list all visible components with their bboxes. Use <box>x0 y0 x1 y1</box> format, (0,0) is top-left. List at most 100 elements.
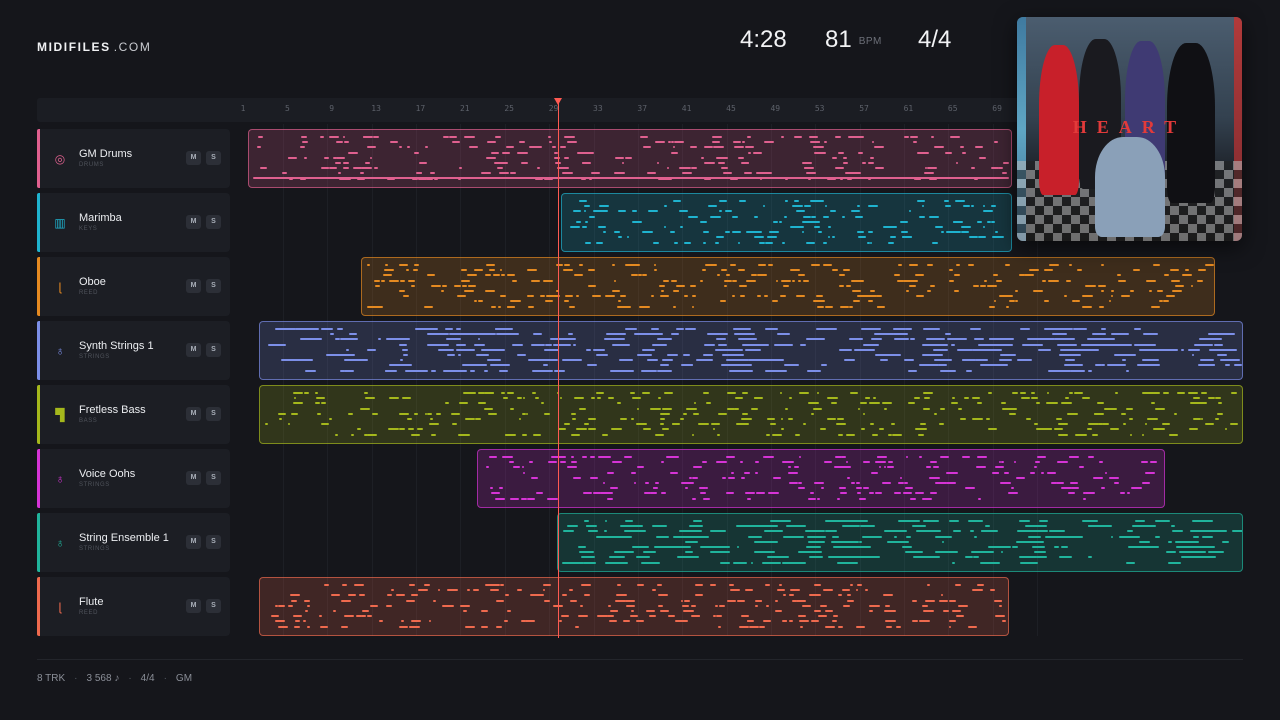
track-lane[interactable] <box>240 577 1243 636</box>
midi-note <box>618 300 622 303</box>
midi-note <box>712 428 716 431</box>
solo-button[interactable]: S <box>206 599 221 613</box>
solo-button[interactable]: S <box>206 471 221 485</box>
midi-note <box>1205 423 1214 426</box>
midi-note <box>743 471 751 474</box>
midi-note <box>737 269 745 272</box>
midi-note <box>1016 476 1025 479</box>
track-header[interactable]: ▜ Fretless Bass BASS M S <box>37 385 230 444</box>
midi-region[interactable] <box>259 577 1010 636</box>
solo-button[interactable]: S <box>206 151 221 165</box>
mute-button[interactable]: M <box>186 407 201 421</box>
midi-note <box>1149 461 1157 464</box>
midi-note <box>686 546 692 548</box>
midi-note <box>1170 525 1175 528</box>
midi-note <box>573 210 581 213</box>
track-header[interactable]: ɭ Oboe REED M S <box>37 257 230 316</box>
playhead[interactable] <box>554 98 562 638</box>
midi-note <box>798 551 822 554</box>
track-lane[interactable] <box>240 321 1243 380</box>
midi-note <box>1108 476 1119 479</box>
mute-button[interactable]: M <box>186 343 201 357</box>
midi-note <box>588 530 592 533</box>
midi-region[interactable] <box>259 385 1243 444</box>
midi-note <box>1155 520 1171 522</box>
midi-note <box>1200 418 1204 420</box>
midi-note <box>674 241 679 244</box>
solo-button[interactable]: S <box>206 215 221 229</box>
mute-button[interactable]: M <box>186 279 201 293</box>
midi-note <box>760 525 778 528</box>
midi-note <box>625 156 632 159</box>
midi-note <box>995 231 998 234</box>
midi-note <box>621 305 631 308</box>
midi-note <box>643 428 652 431</box>
track-lane[interactable] <box>240 385 1243 444</box>
midi-note <box>646 359 658 362</box>
mute-button[interactable]: M <box>186 151 201 165</box>
track-header[interactable]: ▥ Marimba KEYS M S <box>37 193 230 252</box>
solo-button[interactable]: S <box>206 535 221 549</box>
midi-note <box>952 561 955 564</box>
midi-region[interactable] <box>259 321 1243 380</box>
midi-note <box>429 423 439 426</box>
midi-note <box>784 407 788 410</box>
midi-note <box>564 136 575 138</box>
midi-note <box>490 589 500 592</box>
midi-note <box>931 476 940 479</box>
midi-note <box>306 625 311 628</box>
midi-note <box>758 264 766 266</box>
track-lane[interactable] <box>240 513 1243 572</box>
track-header[interactable]: ♁ String Ensemble 1 STRINGS M S <box>37 513 230 572</box>
midi-note <box>853 348 866 351</box>
track-header[interactable]: ɭ Flute REED M S <box>37 577 230 636</box>
midi-region[interactable] <box>556 513 1243 572</box>
midi-note <box>1038 348 1052 351</box>
playhead-handle[interactable] <box>554 98 562 105</box>
midi-note <box>653 546 673 548</box>
midi-note <box>464 418 475 420</box>
brand-logo[interactable]: MIDIFILES .COM <box>37 40 151 54</box>
mute-button[interactable]: M <box>186 215 201 229</box>
mute-button[interactable]: M <box>186 471 201 485</box>
solo-button[interactable]: S <box>206 343 221 357</box>
track-header[interactable]: ♁ Synth Strings 1 STRINGS M S <box>37 321 230 380</box>
midi-note <box>765 604 770 607</box>
midi-note <box>617 236 623 239</box>
midi-note <box>780 279 792 282</box>
midi-note <box>664 392 674 394</box>
midi-region[interactable] <box>248 129 1013 188</box>
midi-region[interactable] <box>476 449 1165 508</box>
midi-note <box>605 520 608 522</box>
midi-note <box>314 392 319 394</box>
midi-note <box>566 141 577 144</box>
mute-button[interactable]: M <box>186 599 201 613</box>
midi-note <box>873 397 876 400</box>
ruler-tick: 37 <box>637 104 648 113</box>
midi-note <box>929 461 938 464</box>
midi-note <box>522 433 527 436</box>
track-lane[interactable] <box>240 257 1243 316</box>
track-header[interactable]: ◎ GM Drums DRUMS M S <box>37 129 230 188</box>
midi-note <box>744 492 755 495</box>
track-name: Flute <box>79 596 104 608</box>
midi-note <box>659 418 666 420</box>
solo-button[interactable]: S <box>206 279 221 293</box>
midi-note <box>672 290 680 292</box>
mute-button[interactable]: M <box>186 535 201 549</box>
midi-note <box>924 172 934 175</box>
midi-region[interactable] <box>361 257 1215 316</box>
midi-region[interactable] <box>560 193 1013 252</box>
midi-note <box>608 604 611 607</box>
midi-note <box>1055 338 1069 341</box>
midi-note <box>1008 300 1015 303</box>
track-lane[interactable] <box>240 449 1243 508</box>
midi-note <box>476 354 490 356</box>
midi-note <box>968 264 975 266</box>
track-header[interactable]: ♁ Voice Oohs STRINGS M S <box>37 449 230 508</box>
midi-note <box>875 167 885 170</box>
midi-note <box>769 423 776 426</box>
midi-note <box>825 610 834 612</box>
midi-note <box>673 305 676 308</box>
solo-button[interactable]: S <box>206 407 221 421</box>
